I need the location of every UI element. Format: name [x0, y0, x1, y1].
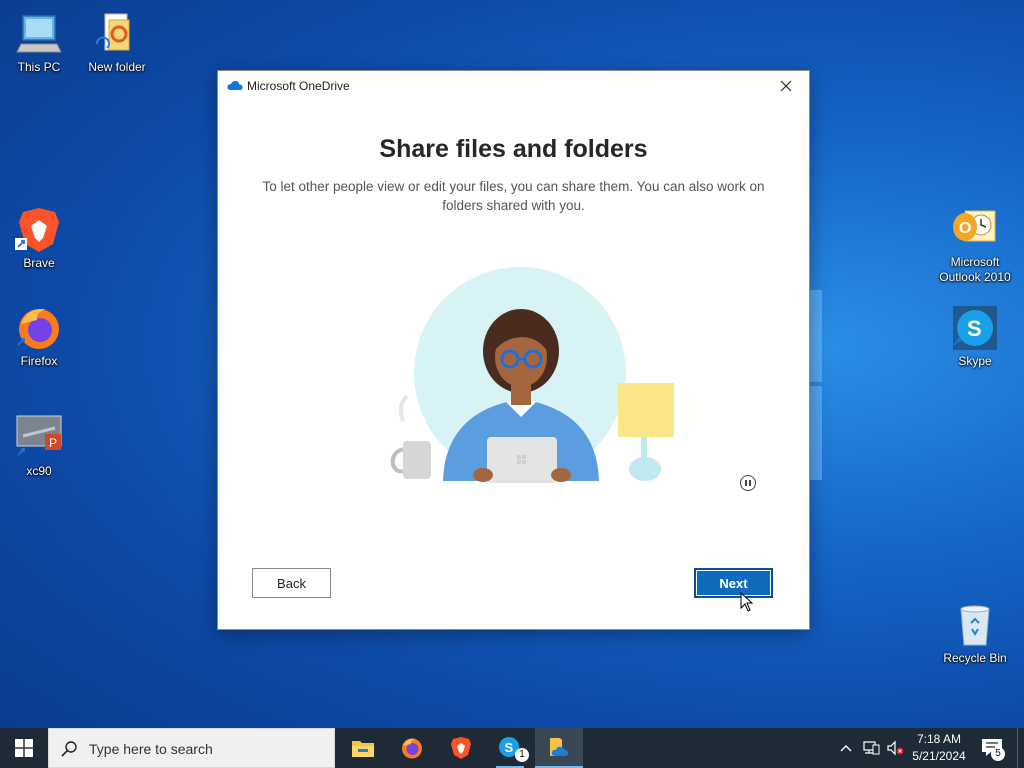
taskbar-skype[interactable]: S 1 — [486, 728, 534, 768]
taskbar-brave[interactable] — [437, 728, 485, 768]
start-button[interactable] — [0, 728, 48, 768]
taskbar-firefox[interactable] — [388, 728, 436, 768]
onedrive-cloud-icon — [227, 80, 243, 90]
onedrive-dialog: Microsoft OneDrive Share files and folde… — [217, 70, 810, 630]
volume-muted-icon[interactable] — [886, 740, 904, 756]
desktop-icon-new-folder[interactable]: New folder — [79, 10, 155, 75]
title-bar[interactable]: Microsoft OneDrive — [218, 71, 809, 101]
search-icon — [61, 741, 77, 757]
presentation-file-icon: P — [15, 414, 63, 462]
clock-date: 5/21/2024 — [912, 749, 966, 763]
desktop-icon-skype[interactable]: S Skype — [937, 304, 1013, 369]
desktop-icon-xc90[interactable]: P xc90 — [1, 414, 77, 479]
close-button[interactable] — [763, 71, 809, 101]
desktop-icon-this-pc[interactable]: This PC — [1, 10, 77, 75]
svg-text:P: P — [49, 436, 57, 450]
desktop-icon-brave[interactable]: Brave — [1, 206, 77, 271]
next-button[interactable]: Next — [694, 568, 773, 598]
svg-text:S: S — [967, 316, 982, 341]
desktop-icon-label: New folder — [88, 60, 146, 74]
outlook-icon: O — [951, 205, 999, 253]
desktop-icon-label: Recycle Bin — [943, 651, 1007, 665]
desktop-icon-label: xc90 — [26, 464, 52, 478]
folder-icon — [93, 10, 141, 58]
close-icon — [780, 80, 792, 92]
back-button[interactable]: Back — [252, 568, 331, 598]
brave-icon — [15, 206, 63, 254]
pause-icon — [745, 480, 747, 486]
taskbar: Type here to search S 1 7:18 AM 5/21/202… — [0, 728, 1024, 768]
skype-icon: S — [951, 304, 999, 352]
mouse-cursor-icon — [740, 592, 754, 612]
windows-start-icon — [15, 739, 33, 757]
system-clock[interactable]: 7:18 AM 5/21/2024 — [906, 731, 972, 765]
skype-notification-badge: 1 — [515, 748, 529, 762]
desktop-icon-outlook[interactable]: O Microsoft Outlook 2010 — [937, 205, 1013, 285]
dialog-heading: Share files and folders — [379, 135, 648, 163]
firefox-icon — [15, 304, 63, 352]
taskbar-file-explorer[interactable] — [339, 728, 387, 768]
recycle-bin-icon — [951, 601, 999, 649]
network-icon[interactable] — [862, 740, 880, 756]
file-explorer-icon — [352, 741, 374, 757]
desktop-icon-recycle-bin[interactable]: Recycle Bin — [937, 601, 1013, 666]
taskbar-search-box[interactable]: Type here to search — [48, 728, 335, 768]
desktop-icon-label: This PC — [17, 60, 61, 74]
action-center-button[interactable]: 5 — [978, 736, 1006, 762]
taskbar-onedrive-setup[interactable] — [535, 728, 583, 768]
chevron-up-icon[interactable] — [838, 739, 854, 757]
firefox-icon — [402, 738, 422, 759]
notification-count-badge: 5 — [991, 747, 1005, 761]
desktop-icon-firefox[interactable]: Firefox — [1, 304, 77, 369]
desktop-icon-label: Skype — [958, 354, 992, 368]
dialog-title: Microsoft OneDrive — [247, 79, 350, 93]
sharing-illustration — [390, 267, 674, 483]
desktop-icon-label: Microsoft Outlook 2010 — [939, 255, 1011, 284]
computer-icon — [15, 10, 63, 58]
show-desktop-button[interactable] — [1017, 728, 1024, 768]
desktop-icon-label: Brave — [23, 256, 55, 270]
desktop-icon-label: Firefox — [20, 354, 58, 368]
dialog-description: To let other people view or edit your fi… — [262, 179, 765, 213]
brave-icon — [451, 737, 471, 759]
pause-animation-button[interactable] — [740, 475, 756, 491]
svg-text:S: S — [505, 740, 514, 755]
clock-time: 7:18 AM — [916, 732, 962, 746]
search-placeholder: Type here to search — [89, 741, 213, 757]
onedrive-setup-icon — [550, 738, 568, 756]
svg-text:O: O — [959, 220, 971, 237]
